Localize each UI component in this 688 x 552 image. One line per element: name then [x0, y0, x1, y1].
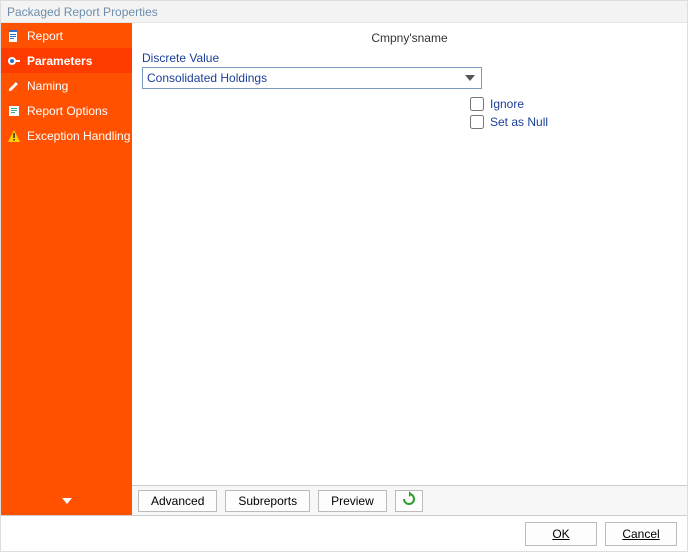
preview-button[interactable]: Preview — [318, 490, 387, 512]
options-icon — [7, 104, 21, 118]
sidebar-item-exception-handling[interactable]: Exception Handling — [1, 123, 132, 148]
main-panel: Cmpny'sname Discrete Value Consolidated … — [132, 23, 687, 515]
dialog-window: Packaged Report Properties Report Parame… — [0, 0, 688, 552]
sidebar-item-report[interactable]: Report — [1, 23, 132, 48]
setnull-label: Set as Null — [490, 115, 548, 129]
report-icon — [7, 29, 21, 43]
sidebar-item-naming[interactable]: Naming — [1, 73, 132, 98]
parameters-icon — [7, 54, 21, 68]
sidebar-item-report-options[interactable]: Report Options — [1, 98, 132, 123]
sidebar: Report Parameters Naming — [1, 23, 132, 515]
checkbox-group: Ignore Set as Null — [470, 97, 677, 129]
discrete-value-field: Discrete Value Consolidated Holdings — [142, 51, 677, 89]
chevron-down-icon — [60, 494, 74, 508]
sidebar-items: Report Parameters Naming — [1, 23, 132, 487]
refresh-icon — [401, 491, 417, 510]
sidebar-item-label: Parameters — [27, 54, 92, 68]
warning-icon — [7, 129, 21, 143]
subreports-button[interactable]: Subreports — [225, 490, 310, 512]
discrete-value-label: Discrete Value — [142, 51, 677, 65]
setnull-checkbox-row[interactable]: Set as Null — [470, 115, 677, 129]
window-title: Packaged Report Properties — [1, 1, 687, 23]
cancel-button[interactable]: Cancel — [605, 522, 677, 546]
ignore-label: Ignore — [490, 97, 524, 111]
sidebar-item-label: Report — [27, 29, 63, 43]
ok-button[interactable]: OK — [525, 522, 597, 546]
sidebar-item-label: Report Options — [27, 104, 108, 118]
ignore-checkbox[interactable] — [470, 97, 484, 111]
sidebar-item-label: Naming — [27, 79, 68, 93]
discrete-value-combo[interactable]: Consolidated Holdings — [142, 67, 482, 89]
toolbar: Advanced Subreports Preview — [132, 485, 687, 515]
pencil-icon — [7, 79, 21, 93]
content-area: Cmpny'sname Discrete Value Consolidated … — [132, 23, 687, 485]
dialog-body: Report Parameters Naming — [1, 23, 687, 515]
sidebar-item-label: Exception Handling — [27, 129, 130, 143]
setnull-checkbox[interactable] — [470, 115, 484, 129]
sidebar-item-parameters[interactable]: Parameters — [1, 48, 132, 73]
refresh-button[interactable] — [395, 490, 423, 512]
ignore-checkbox-row[interactable]: Ignore — [470, 97, 677, 111]
advanced-button[interactable]: Advanced — [138, 490, 217, 512]
dialog-footer: OK Cancel — [1, 515, 687, 551]
parameter-title: Cmpny'sname — [142, 31, 677, 45]
discrete-value-select[interactable]: Consolidated Holdings — [142, 67, 482, 89]
sidebar-expand-toggle[interactable] — [1, 487, 132, 515]
